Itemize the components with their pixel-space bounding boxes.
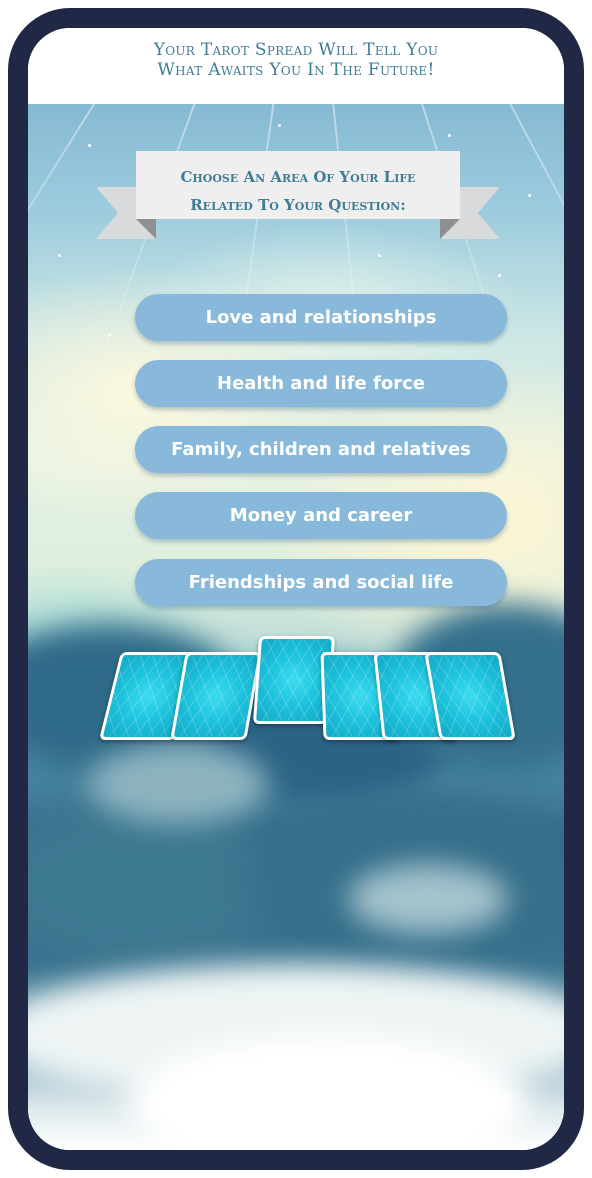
header-line-1: Your Tarot Spread Will Tell You <box>153 40 439 60</box>
ribbon-line-1: Choose An Area Of Your Life <box>180 168 416 186</box>
money-career-button[interactable]: Money and career <box>135 492 507 539</box>
friendships-social-life-button[interactable]: Friendships and social life <box>135 559 507 606</box>
heading-ribbon: Choose An Area Of Your Life Related To Y… <box>96 151 500 255</box>
phone-frame: Your Tarot Spread Will Tell You What Awa… <box>8 8 584 1170</box>
ribbon-line-2: Related To Your Question: <box>190 196 406 214</box>
family-children-relatives-button[interactable]: Family, children and relatives <box>135 426 507 473</box>
tarot-card-back-icon[interactable] <box>170 652 262 740</box>
health-life-force-button[interactable]: Health and life force <box>135 360 507 407</box>
tarot-card-back-icon[interactable] <box>424 652 516 740</box>
tarot-spread <box>98 612 518 762</box>
screen: Your Tarot Spread Will Tell You What Awa… <box>28 28 564 1150</box>
header-line-2: What Awaits You In The Future! <box>157 60 435 80</box>
love-relationships-button[interactable]: Love and relationships <box>135 294 507 341</box>
page-header: Your Tarot Spread Will Tell You What Awa… <box>28 28 564 104</box>
ribbon-heading: Choose An Area Of Your Life Related To Y… <box>154 163 442 219</box>
